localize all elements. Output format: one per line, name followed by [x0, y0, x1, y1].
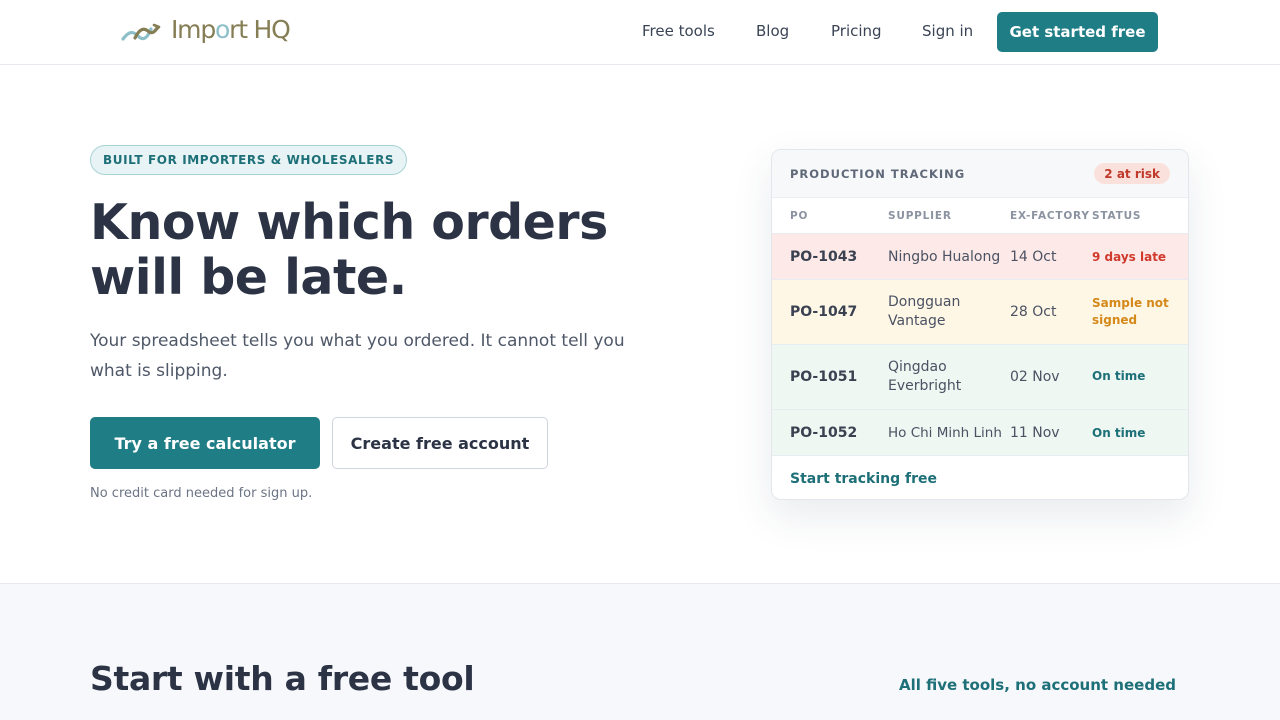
site-header: Import HQ Free tools Blog Pricing Sign i… [0, 0, 1280, 65]
status-label: On time [1092, 426, 1146, 440]
logo-wave-icon [121, 23, 161, 41]
card-title: PRODUCTION TRACKING [790, 167, 966, 181]
supplier-name: Qingdao Everbright [888, 359, 962, 394]
try-calculator-button[interactable]: Try a free calculator [90, 417, 320, 469]
brand-logo[interactable]: Import HQ [121, 14, 291, 48]
nav-sign-in[interactable]: Sign in [922, 22, 973, 40]
ex-factory-date: 28 Oct [1010, 304, 1057, 320]
status-label: On time [1092, 369, 1146, 383]
brand-name: Import HQ [171, 14, 291, 44]
supplier-name: Dongguan Vantage [888, 294, 961, 329]
supplier-name: Ho Chi Minh Linh [888, 425, 1002, 441]
column-header-ex-factory: EX-FACTORY [1010, 210, 1090, 222]
status-label: Sample not signed [1092, 296, 1169, 327]
create-account-button[interactable]: Create free account [332, 417, 548, 469]
nav-free-tools[interactable]: Free tools [642, 22, 715, 40]
headline-line-2: will be late. [90, 249, 407, 306]
table-row[interactable]: PO-1047 Dongguan Vantage 28 Oct Sample n… [772, 279, 1188, 344]
column-header-po: PO [790, 210, 809, 222]
free-tools-section: Start with a free tool All five tools, n… [0, 583, 1280, 720]
production-tracking-card: PRODUCTION TRACKING 2 at risk PO SUPPLIE… [771, 149, 1189, 500]
supplier-name: Ningbo Hualong [888, 249, 1001, 265]
nav-pricing[interactable]: Pricing [831, 22, 882, 40]
po-number: PO-1052 [790, 425, 858, 441]
status-label: 9 days late [1092, 250, 1167, 264]
card-header: PRODUCTION TRACKING 2 at risk [772, 150, 1188, 198]
headline-line-1: Know which orders [90, 194, 608, 251]
ex-factory-date: 02 Nov [1010, 369, 1060, 385]
card-footer: Start tracking free [772, 455, 1188, 499]
hero-headline: Know which orders will be late. [90, 195, 650, 305]
column-header-supplier: SUPPLIER [888, 210, 952, 222]
po-number: PO-1047 [790, 304, 858, 320]
po-number: PO-1051 [790, 369, 858, 385]
hero-subline: Your spreadsheet tells you what you orde… [90, 331, 625, 381]
no-credit-card-note: No credit card needed for sign up. [90, 486, 313, 501]
section-title: Start with a free tool [90, 659, 475, 698]
po-number: PO-1043 [790, 249, 858, 265]
ex-factory-date: 14 Oct [1010, 249, 1057, 265]
table-row[interactable]: PO-1051 Qingdao Everbright 02 Nov On tim… [772, 344, 1188, 409]
at-risk-badge: 2 at risk [1094, 163, 1170, 184]
nav-blog[interactable]: Blog [756, 22, 789, 40]
ex-factory-date: 11 Nov [1010, 425, 1060, 441]
audience-pill: BUILT FOR IMPORTERS & WHOLESALERS [90, 145, 408, 175]
start-tracking-link[interactable]: Start tracking free [790, 471, 937, 487]
all-tools-link[interactable]: All five tools, no account needed [899, 676, 1176, 694]
table-row[interactable]: PO-1052 Ho Chi Minh Linh 11 Nov On time [772, 409, 1188, 455]
get-started-button[interactable]: Get started free [997, 12, 1158, 52]
column-header-status: STATUS [1092, 210, 1142, 222]
table-row[interactable]: PO-1043 Ningbo Hualong 14 Oct 9 days lat… [772, 233, 1188, 279]
